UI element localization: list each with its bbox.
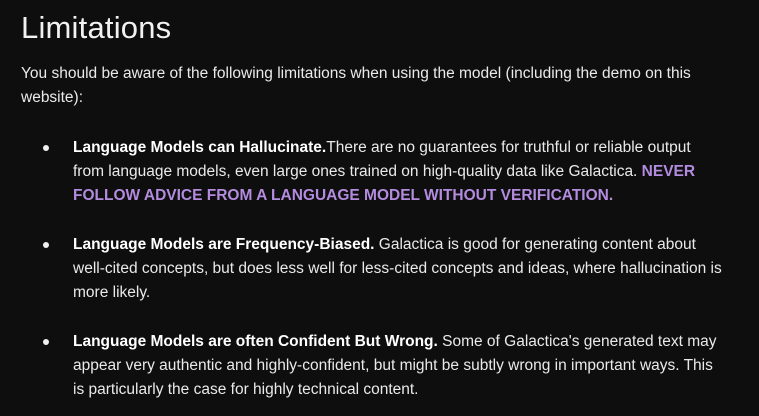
- section-title: Limitations: [21, 10, 172, 45]
- list-item-confident-but-wrong: Language Models are often Confident But …: [21, 330, 723, 402]
- limitations-list: Language Models can Hallucinate.There ar…: [21, 136, 739, 402]
- list-item-frequency-biased: Language Models are Frequency-Biased. Ga…: [21, 233, 723, 305]
- intro-paragraph: You should be aware of the following lim…: [21, 65, 691, 106]
- bullet-icon: [43, 339, 49, 345]
- bullet-icon: [43, 242, 49, 248]
- item-heading: Language Models are Frequency-Biased.: [73, 236, 375, 253]
- limitations-section: Limitations You should be aware of the f…: [0, 0, 759, 416]
- item-heading: Language Models can Hallucinate.: [73, 139, 327, 156]
- item-heading: Language Models are often Confident But …: [73, 333, 438, 350]
- list-item-hallucinate: Language Models can Hallucinate.There ar…: [21, 136, 723, 208]
- bullet-icon: [43, 145, 49, 151]
